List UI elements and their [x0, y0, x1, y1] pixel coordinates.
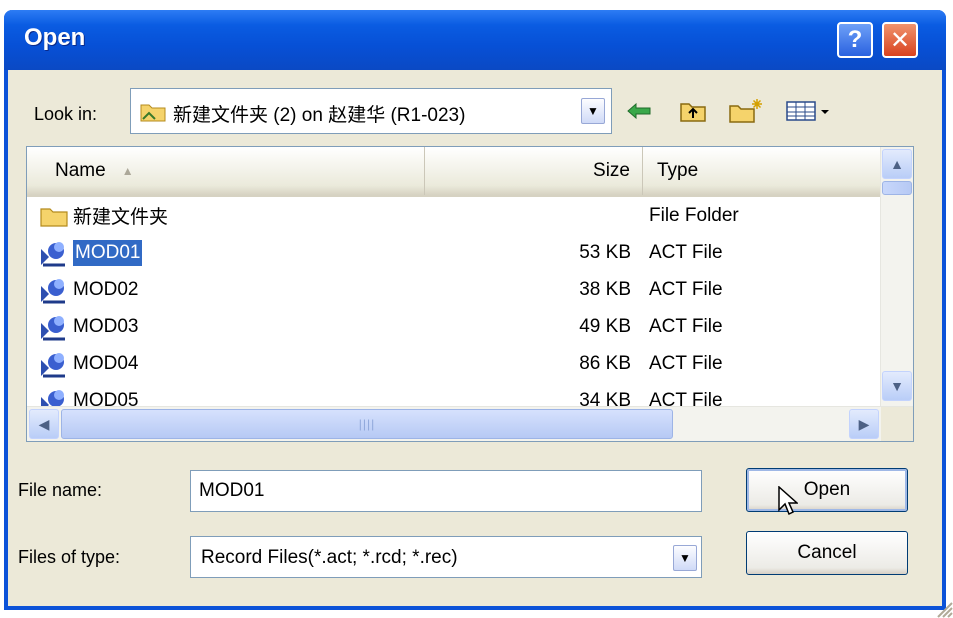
horizontal-scroll-thumb[interactable]: ||||	[61, 409, 673, 439]
file-size: 86 KB	[579, 352, 631, 374]
file-size: 53 KB	[579, 241, 631, 263]
open-button[interactable]: Open	[746, 468, 908, 512]
file-size	[425, 197, 631, 234]
look-in-combobox[interactable]: 新建文件夹 (2) on 赵建华 (R1-023) ▼	[130, 88, 612, 134]
act-file-icon	[37, 349, 71, 379]
column-type-label: Type	[657, 160, 699, 181]
help-icon: ?	[847, 26, 863, 53]
file-row-folder[interactable]: 新建文件夹 File Folder	[27, 197, 881, 234]
file-type: ACT File	[649, 241, 723, 263]
look-in-dropdown-button[interactable]: ▼	[581, 98, 605, 124]
resize-grip-icon[interactable]	[933, 598, 953, 618]
chevron-down-icon: ▼	[890, 378, 904, 394]
back-button[interactable]	[622, 98, 656, 124]
folder-icon	[37, 201, 71, 231]
file-list[interactable]: Name ▲ Size Type 新建文件夹 File Folder MOD01…	[26, 146, 914, 442]
file-name-label: File name:	[18, 480, 103, 500]
network-folder-icon	[139, 99, 167, 128]
look-in-label: Look in:	[34, 104, 98, 124]
file-type: ACT File	[649, 352, 723, 374]
scroll-down-button[interactable]: ▼	[882, 371, 912, 401]
column-name-label: Name	[55, 160, 106, 181]
scrollbar-corner	[881, 407, 913, 441]
mouse-pointer-icon	[778, 486, 798, 516]
file-type-combobox[interactable]: Record Files(*.act; *.rcd; *.rec) ▼	[190, 536, 702, 578]
column-size-label: Size	[593, 160, 630, 181]
file-name: 新建文件夹	[73, 207, 169, 228]
column-header-name[interactable]: Name ▲	[27, 147, 425, 195]
create-new-folder-button[interactable]	[726, 98, 766, 124]
horizontal-scrollbar[interactable]: ◀ |||| ▶	[27, 406, 913, 441]
scroll-right-button[interactable]: ▶	[849, 409, 879, 439]
file-name-input[interactable]	[190, 470, 702, 512]
vertical-scrollbar[interactable]: ▲ ▼	[880, 147, 913, 441]
file-type-dropdown-button[interactable]: ▼	[673, 545, 697, 571]
file-row[interactable]: MOD03 49 KB ACT File	[27, 308, 881, 345]
dialog-title: Open	[24, 24, 86, 51]
file-size: 38 KB	[579, 278, 631, 300]
scroll-up-button[interactable]: ▲	[882, 149, 912, 179]
file-name: MOD03	[73, 315, 139, 337]
new-folder-icon	[729, 99, 762, 123]
back-arrow-icon	[627, 102, 651, 120]
list-header: Name ▲ Size Type	[27, 147, 881, 197]
view-menu-icon	[786, 101, 829, 121]
chevron-right-icon: ▶	[858, 415, 870, 432]
scroll-left-button[interactable]: ◀	[29, 409, 59, 439]
file-type: ACT File	[649, 315, 723, 337]
act-file-icon	[37, 312, 71, 342]
help-button[interactable]: ?	[837, 22, 873, 58]
up-folder-icon	[680, 103, 706, 122]
file-name: MOD01	[73, 239, 143, 266]
act-file-icon	[37, 238, 71, 268]
up-one-level-button[interactable]	[676, 98, 710, 124]
chevron-left-icon: ◀	[38, 415, 50, 432]
cancel-button[interactable]: Cancel	[746, 531, 908, 575]
close-button[interactable]: ✕	[882, 22, 918, 58]
file-type-label: Files of type:	[18, 547, 121, 567]
title-bar[interactable]: Open ? ✕	[4, 10, 946, 70]
file-size: 49 KB	[579, 315, 631, 337]
view-menu-button[interactable]	[782, 98, 836, 124]
file-name: MOD04	[73, 352, 139, 374]
file-type: ACT File	[649, 278, 723, 300]
open-button-label: Open	[803, 479, 851, 500]
file-rows: 新建文件夹 File Folder MOD01 53 KB ACT File M…	[27, 197, 881, 419]
act-file-icon	[37, 275, 71, 305]
file-row[interactable]: MOD02 38 KB ACT File	[27, 271, 881, 308]
column-header-type[interactable]: Type	[643, 147, 881, 195]
close-icon: ✕	[889, 26, 911, 54]
file-name: MOD02	[73, 278, 139, 300]
file-type-value: Record Files(*.act; *.rcd; *.rec)	[201, 547, 458, 568]
look-in-value: 新建文件夹 (2) on 赵建华 (R1-023)	[173, 105, 466, 126]
file-row[interactable]: MOD04 86 KB ACT File	[27, 345, 881, 382]
sort-ascending-icon: ▲	[121, 164, 134, 178]
grip-lines-icon: ||||	[358, 417, 376, 431]
vertical-scroll-thumb[interactable]	[882, 181, 912, 195]
cancel-button-label: Cancel	[797, 542, 857, 563]
chevron-down-icon: ▼	[679, 551, 691, 565]
chevron-down-icon: ▼	[587, 104, 599, 118]
column-header-size[interactable]: Size	[425, 147, 643, 195]
file-row-selected[interactable]: MOD01 53 KB ACT File	[27, 234, 881, 271]
file-type: File Folder	[649, 204, 739, 226]
chevron-up-icon: ▲	[890, 156, 904, 172]
